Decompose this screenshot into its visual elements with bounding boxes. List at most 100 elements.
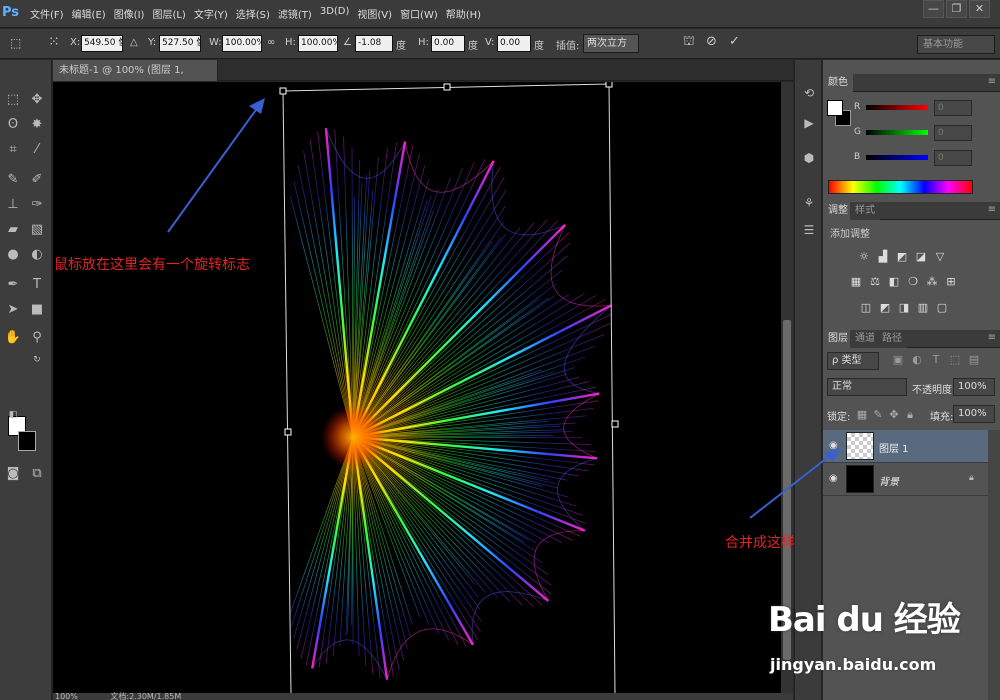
curves-icon[interactable]: ◩	[895, 250, 909, 264]
brush-tool-icon[interactable]: ✐	[27, 170, 47, 190]
red-bar[interactable]	[866, 105, 928, 110]
menu-view[interactable]: 视图(V)	[357, 6, 392, 21]
blue-bar[interactable]	[866, 155, 928, 160]
cancel-transform-icon[interactable]: ⊘	[706, 34, 717, 49]
lock-pixels-icon[interactable]: ✎	[871, 408, 885, 422]
menu-filter[interactable]: 滤镜(T)	[278, 6, 312, 21]
posterize-icon[interactable]: ◩	[878, 301, 892, 315]
invert-icon[interactable]: ◫	[859, 301, 873, 315]
filter-adjust-icon[interactable]: ◐	[910, 353, 924, 367]
blue-value[interactable]: 0	[934, 150, 972, 166]
minimize-button[interactable]: —	[923, 0, 944, 18]
panel-menu-icon[interactable]: ≡	[988, 204, 996, 215]
layer-name[interactable]: 图层 1	[879, 440, 909, 455]
lock-transparent-icon[interactable]: ▦	[855, 408, 869, 422]
3d-cube-icon[interactable]: ⬢	[801, 150, 817, 166]
opacity-field[interactable]: 100%	[953, 378, 995, 396]
warp-icon[interactable]: ⛫	[683, 34, 695, 51]
gradient-tool-icon[interactable]: ▧	[27, 220, 47, 240]
path-select-icon[interactable]: ➤	[3, 300, 23, 320]
swap-colors-icon[interactable]: ↻	[27, 350, 47, 370]
status-zoom[interactable]: 100%	[55, 692, 78, 700]
close-button[interactable]: ✕	[969, 0, 990, 18]
tab-layers[interactable]: 图层	[823, 330, 853, 348]
quick-mask-icon[interactable]: ◙	[3, 464, 23, 484]
actions-play-icon[interactable]: ▶	[801, 115, 817, 131]
transform-handle-top-left[interactable]	[279, 87, 287, 95]
menu-layer[interactable]: 图层(L)	[152, 6, 185, 21]
angle-field[interactable]: -1.08	[355, 35, 393, 52]
tab-color[interactable]: 颜色	[823, 74, 853, 92]
transform-handle-right[interactable]	[611, 420, 619, 428]
color-lookup-icon[interactable]: ⊞	[944, 275, 958, 289]
layer-filter-select[interactable]: ρ 类型	[827, 352, 879, 370]
threshold-icon[interactable]: ◨	[897, 301, 911, 315]
menu-help[interactable]: 帮助(H)	[446, 6, 481, 21]
transform-tool-icon[interactable]: ⬚	[10, 36, 21, 50]
brightness-icon[interactable]: ☼	[857, 250, 871, 264]
zoom-tool-icon[interactable]: ⚲	[27, 328, 47, 348]
width-field[interactable]: 100.00%	[222, 35, 262, 52]
green-slider[interactable]: G 0	[828, 125, 998, 141]
magic-wand-icon[interactable]: ✸	[27, 115, 47, 135]
restore-button[interactable]: ❐	[946, 0, 967, 18]
black-white-icon[interactable]: ◧	[887, 275, 901, 289]
filter-pixel-icon[interactable]: ▣	[891, 353, 905, 367]
tab-channels[interactable]: 通道	[850, 330, 880, 348]
lock-position-icon[interactable]: ✥	[887, 408, 901, 422]
color-balance-icon[interactable]: ⚖	[868, 275, 882, 289]
link-icon[interactable]: ∞	[267, 37, 275, 48]
photo-filter-icon[interactable]: ❍	[906, 275, 920, 289]
menu-window[interactable]: 窗口(W)	[400, 6, 438, 21]
menu-type[interactable]: 文字(Y)	[194, 6, 228, 21]
lasso-tool-icon[interactable]: ʘ	[3, 115, 23, 135]
type-tool-icon[interactable]: T	[27, 275, 47, 295]
eyedropper-icon[interactable]: ⁄	[27, 140, 47, 160]
healing-brush-icon[interactable]: ✎	[3, 170, 23, 190]
selective-color-icon[interactable]: ▢	[935, 301, 949, 315]
color-spectrum-bar[interactable]	[828, 180, 973, 194]
gradient-map-icon[interactable]: ▥	[916, 301, 930, 315]
marquee-tool-icon[interactable]: ⬚	[3, 90, 23, 110]
red-value[interactable]: 0	[934, 100, 972, 116]
interpolation-select[interactable]: 两次立方	[583, 34, 639, 53]
panel-menu-icon[interactable]: ≡	[988, 76, 996, 87]
vibrance-icon[interactable]: ▽	[933, 250, 947, 264]
filter-smart-icon[interactable]: ▤	[967, 353, 981, 367]
green-bar[interactable]	[866, 130, 928, 135]
dodge-tool-icon[interactable]: ◐	[27, 245, 47, 265]
menu-file[interactable]: 文件(F)	[30, 6, 64, 21]
reference-point-icon[interactable]: ⁙	[48, 34, 60, 50]
menu-3d[interactable]: 3D(D)	[320, 6, 350, 21]
menu-edit[interactable]: 编辑(E)	[72, 6, 106, 21]
brush-presets-icon[interactable]: ⚘	[801, 195, 817, 211]
document-tab[interactable]: 未标题-1 @ 100% (图层 1, RGB/8) * ×	[53, 60, 218, 97]
delta-icon[interactable]: △	[130, 37, 138, 48]
commit-transform-icon[interactable]: ✓	[729, 34, 740, 49]
filter-shape-icon[interactable]: ⬚	[948, 353, 962, 367]
fill-field[interactable]: 100%	[953, 405, 995, 423]
tab-adjustments[interactable]: 调整	[823, 202, 853, 220]
move-tool-icon[interactable]: ✥	[27, 90, 47, 110]
default-colors-icon[interactable]: ◧	[3, 405, 23, 425]
background-color-swatch[interactable]	[18, 431, 36, 451]
properties-icon[interactable]: ☰	[801, 222, 817, 238]
tab-styles[interactable]: 样式	[850, 202, 880, 220]
menu-select[interactable]: 选择(S)	[236, 6, 270, 21]
menu-image[interactable]: 图像(I)	[114, 6, 145, 21]
shape-tool-icon[interactable]: ■	[27, 300, 47, 320]
red-slider[interactable]: R 0	[828, 100, 998, 116]
crop-tool-icon[interactable]: ⌗	[3, 140, 23, 160]
transform-handle-left[interactable]	[284, 428, 292, 436]
canvas-area[interactable]	[53, 82, 793, 694]
height-field[interactable]: 100.00%	[298, 35, 338, 52]
panel-menu-icon[interactable]: ≡	[988, 332, 996, 343]
layers-scrollbar[interactable]	[988, 430, 1000, 700]
screen-mode-icon[interactable]: ⧉	[27, 464, 47, 484]
filter-type-icon[interactable]: T	[929, 353, 943, 367]
layer-name[interactable]: 背景	[879, 473, 899, 488]
eraser-tool-icon[interactable]: ▰	[3, 220, 23, 240]
channel-mixer-icon[interactable]: ⁂	[925, 275, 939, 289]
y-field[interactable]: 527.50 像	[159, 35, 201, 52]
transform-handle-top-right[interactable]	[605, 82, 613, 88]
